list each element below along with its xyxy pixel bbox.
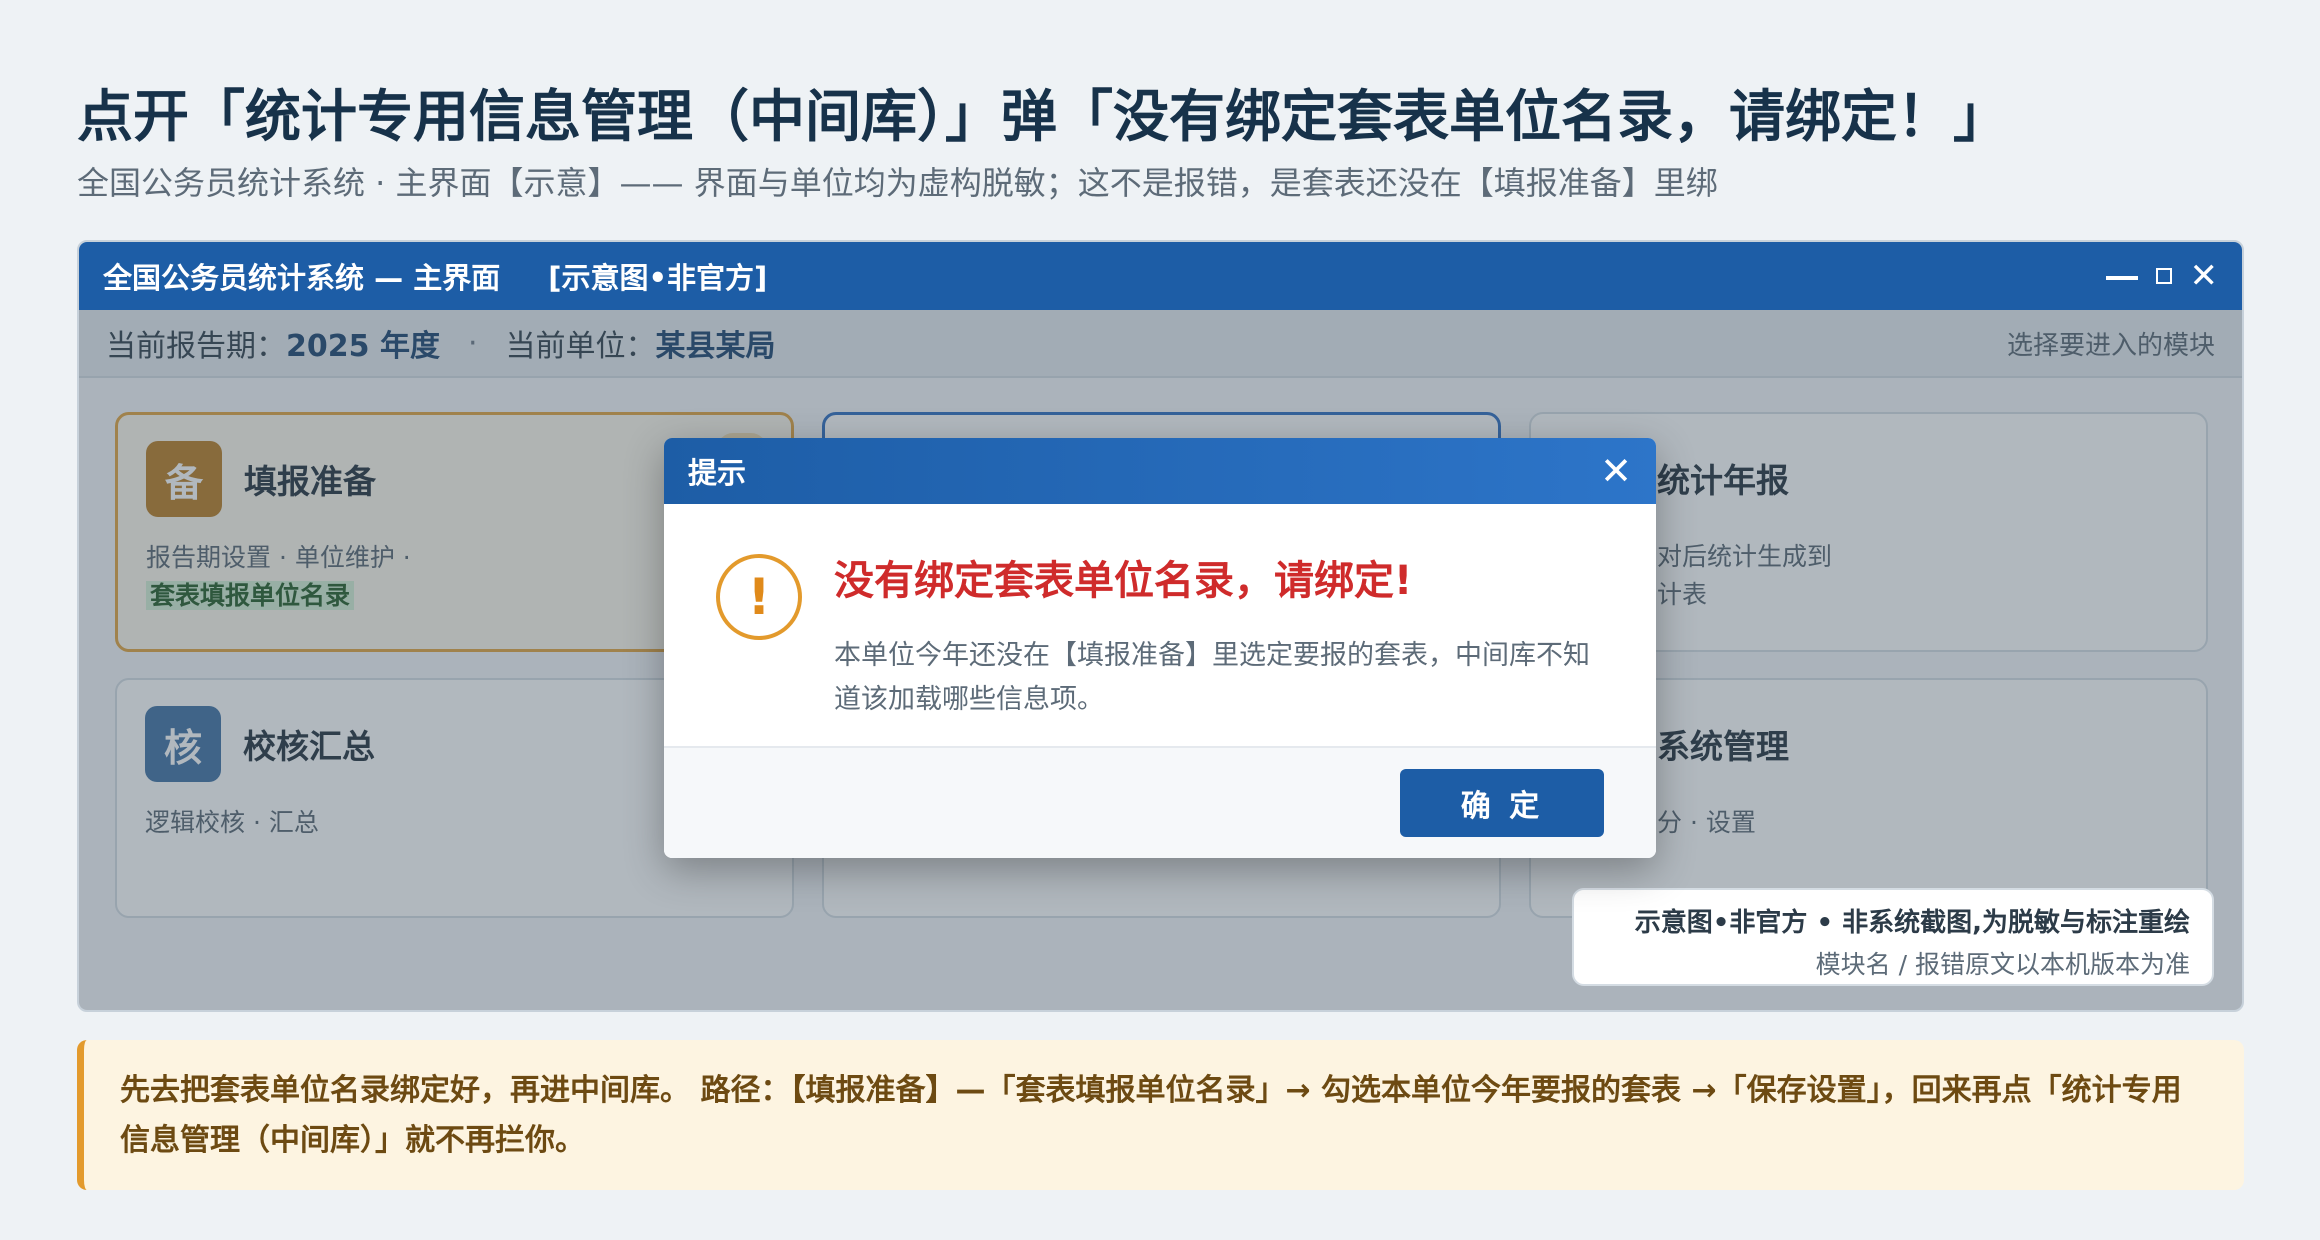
dialog-heading: 没有绑定套表单位名录，请绑定!	[834, 558, 1413, 604]
note-line-2: 模块名 / 报错原文以本机版本为准	[1815, 950, 2190, 979]
page-subtitle: 全国公务员统计系统 · 主界面【示意】—— 界面与单位均为虚构脱敏；这不是报错，…	[77, 164, 1718, 202]
tip-bar: 先去把套表单位名录绑定好，再进中间库。 路径：【填报准备】—「套表填报单位名录」…	[77, 1040, 2244, 1190]
dialog-close-icon[interactable]: ✕	[1600, 449, 1632, 493]
note-line-1: 示意图•非官方 • 非系统截图,为脱敏与标注重绘	[1634, 908, 2190, 938]
close-icon[interactable]: ✕	[2190, 259, 2219, 293]
dialog-title: 提示	[688, 456, 747, 490]
window-tag: [示意图•非官方]	[548, 261, 768, 295]
page-title: 点开「统计专用信息管理（中间库）」弹「没有绑定套表单位名录，请绑定！」	[77, 85, 2009, 150]
maximize-icon[interactable]	[2155, 268, 2172, 284]
window-title: 全国公务员统计系统 — 主界面	[103, 261, 501, 295]
ok-button[interactable]: 确 定	[1400, 769, 1604, 837]
alert-dialog: 提示 ✕ ! 没有绑定套表单位名录，请绑定! 本单位今年还没在【填报准备】里选定…	[664, 438, 1656, 858]
window-controls: ✕	[2105, 259, 2219, 293]
window-titlebar: 全国公务员统计系统 — 主界面 [示意图•非官方] ✕	[79, 242, 2242, 310]
disclaimer-note: 示意图•非官方 • 非系统截图,为脱敏与标注重绘 模块名 / 报错原文以本机版本…	[1572, 888, 2214, 986]
dialog-footer: 确 定	[664, 746, 1656, 858]
warning-icon: !	[716, 554, 802, 640]
dialog-message: 本单位今年还没在【填报准备】里选定要报的套表，中间库不知道该加载哪些信息项。	[834, 640, 1590, 715]
dialog-titlebar: 提示 ✕	[664, 438, 1656, 504]
minimize-icon[interactable]	[2105, 276, 2138, 280]
dialog-body: ! 没有绑定套表单位名录，请绑定! 本单位今年还没在【填报准备】里选定要报的套表…	[664, 504, 1656, 746]
